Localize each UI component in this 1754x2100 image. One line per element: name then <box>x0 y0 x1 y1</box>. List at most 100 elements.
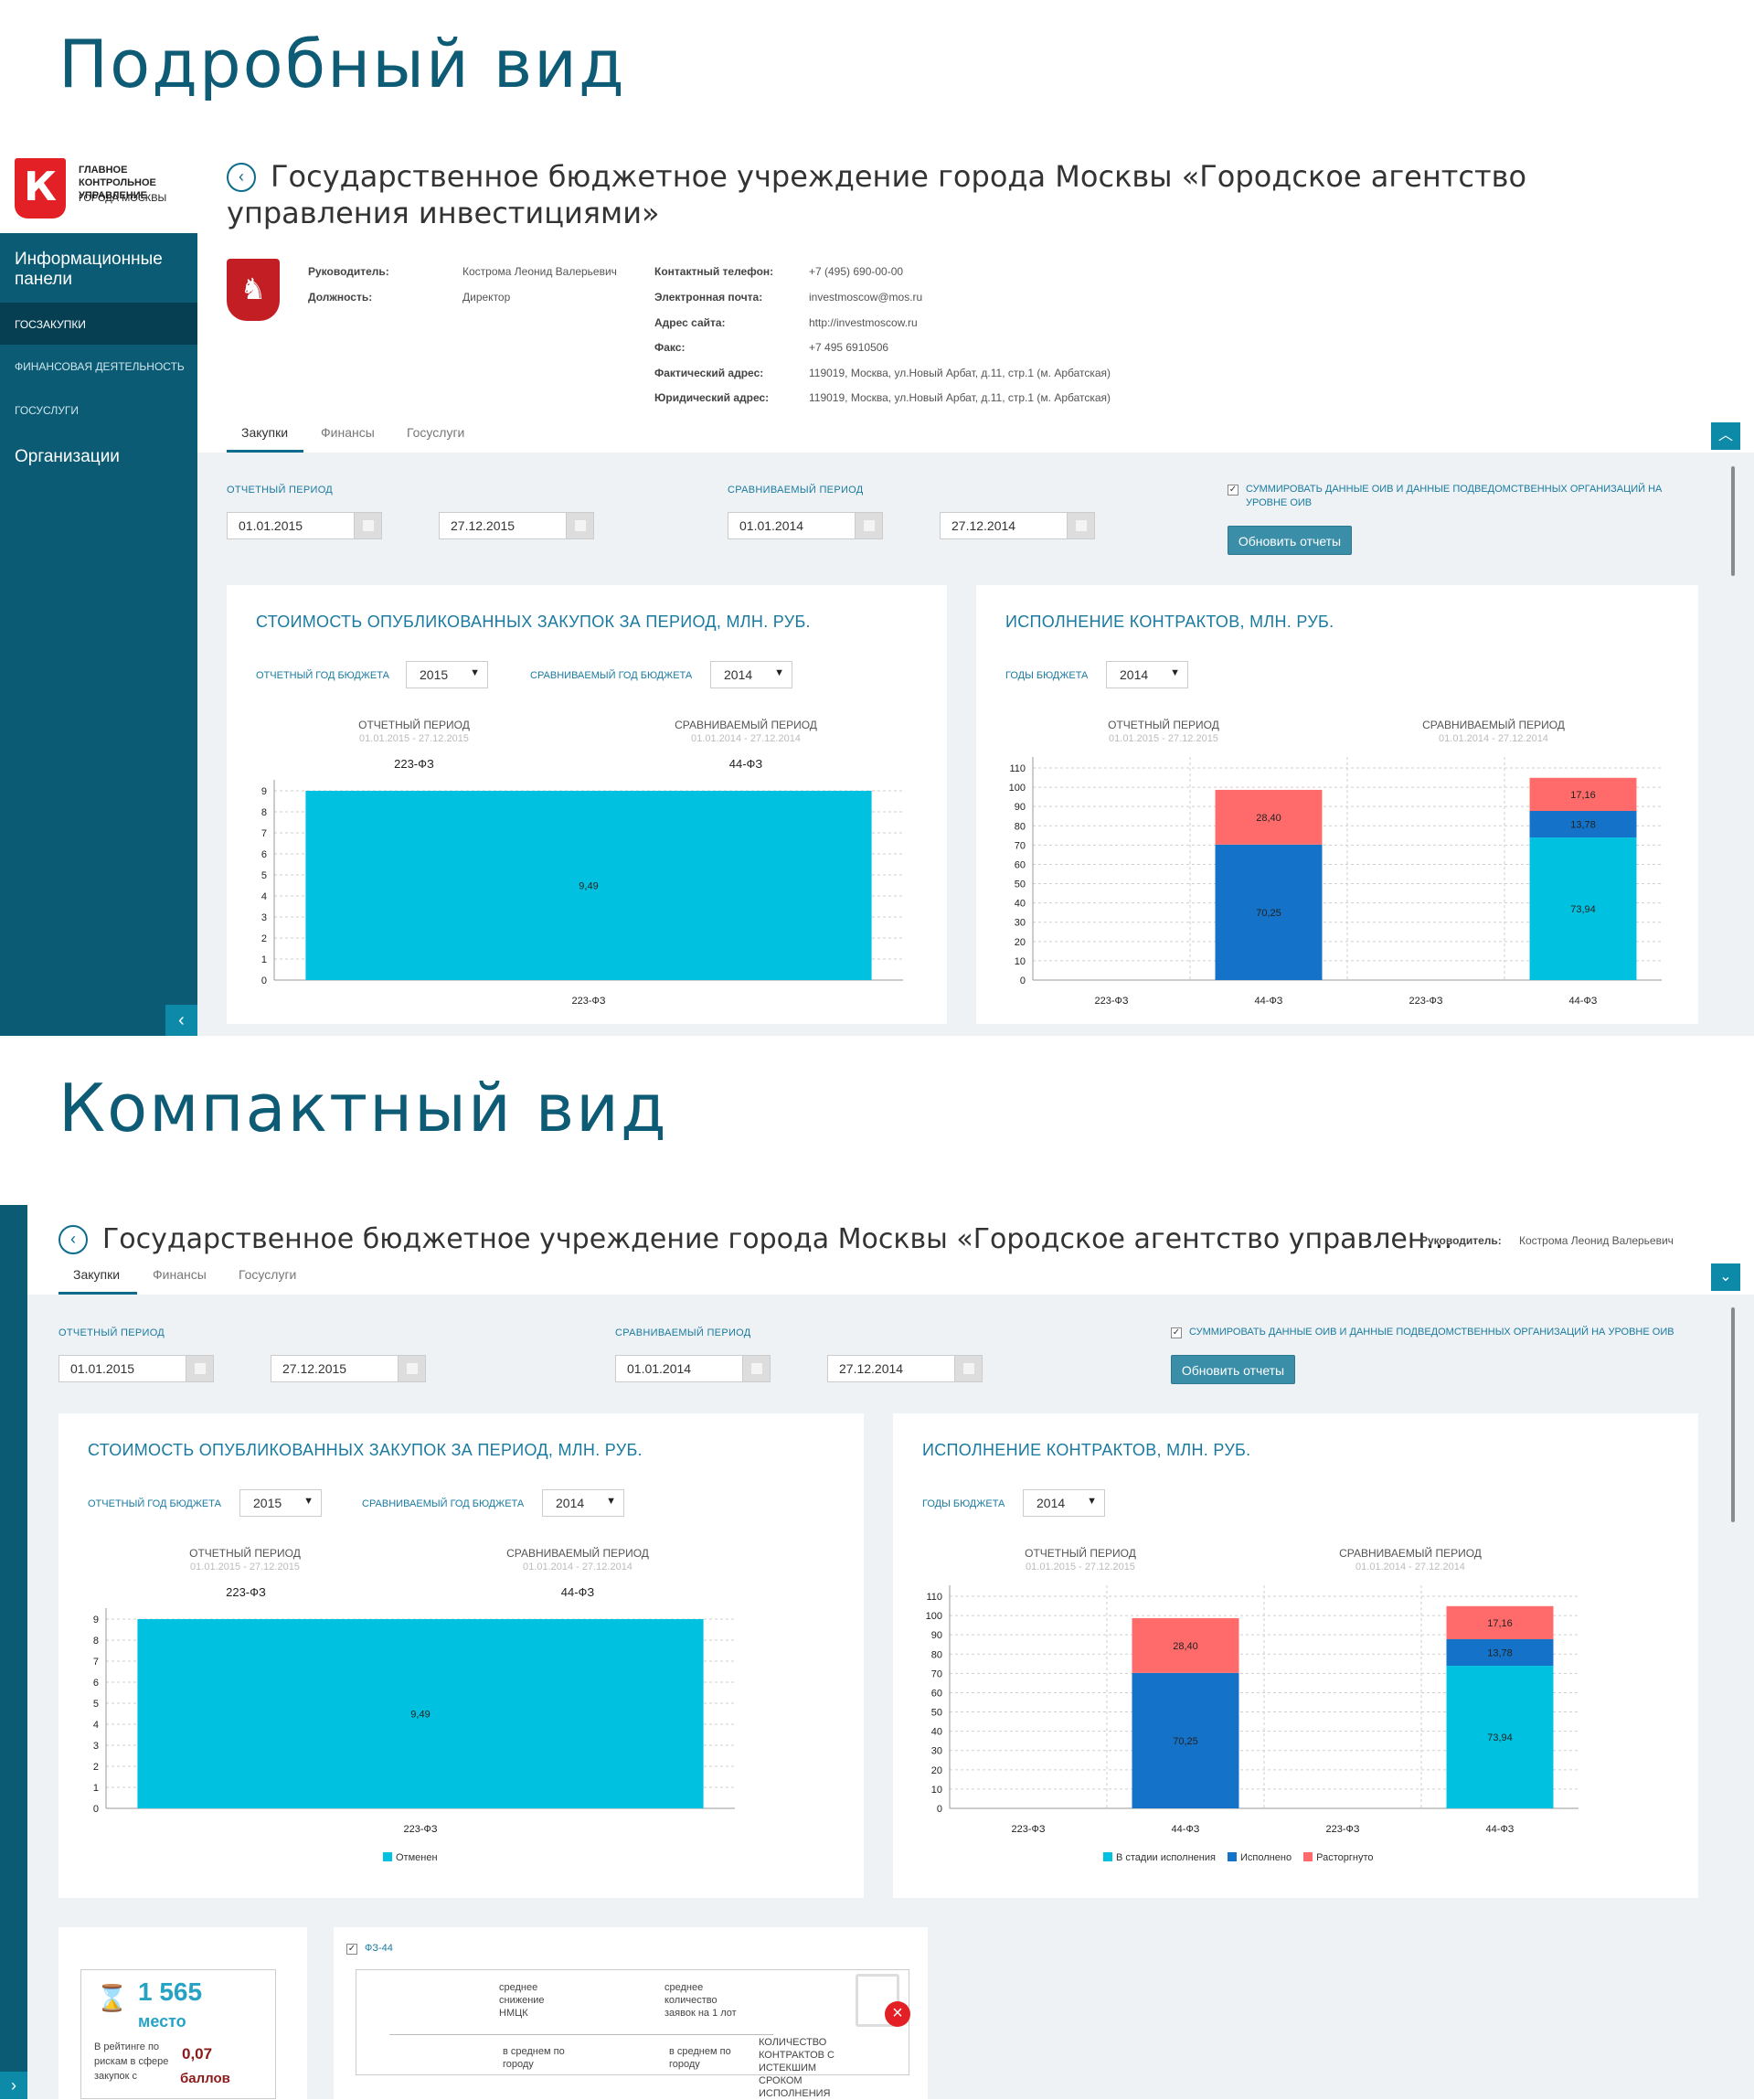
legend-item[interactable]: Исполнено <box>1228 1852 1292 1863</box>
sum-checkbox-label[interactable]: СУММИРОВАТЬ ДАННЫЕ ОИВ И ДАННЫЕ ПОДВЕДОМ… <box>1189 1326 1674 1339</box>
rating-place: 1 565 <box>138 1977 203 2006</box>
scrollbar[interactable] <box>1731 466 1735 576</box>
compare-from-input[interactable]: 01.01.2014 <box>728 512 883 539</box>
y-tick-label: 50 <box>931 1708 942 1719</box>
rating-card: ⌛ 1 565 место В рейтинге по рискам в сфе… <box>58 1927 307 2099</box>
y-tick-label: 6 <box>261 849 267 860</box>
sidebar-item-services[interactable]: ГОСУСЛУГИ <box>15 404 79 417</box>
rating-score-word: баллов <box>180 2071 230 2086</box>
compare-to-input[interactable]: 27.12.2014 <box>827 1355 983 1382</box>
bar-value-label: 9,49 <box>410 1710 430 1721</box>
legend-item[interactable]: Отменен <box>383 1852 438 1863</box>
report-from-input[interactable]: 01.01.2015 <box>58 1355 214 1382</box>
tab-procurement[interactable]: Закупки <box>241 425 288 440</box>
actual-address-value: 119019, Москва, ул.Новый Арбат, д.11, ст… <box>809 367 1111 379</box>
y-tick-label: 0 <box>93 1804 99 1815</box>
y-tick-label: 10 <box>1015 956 1026 967</box>
expired-contracts-label: КОЛИЧЕСТВО КОНТРАКТОВ С ИСТЕКШИМ СРОКОМ … <box>759 2037 834 2099</box>
actual-address-label: Фактический адрес: <box>654 367 764 379</box>
calendar-icon[interactable] <box>186 1356 213 1381</box>
calendar-icon[interactable] <box>742 1356 770 1381</box>
x-tick-label: 223-ФЗ <box>1094 996 1128 1007</box>
compare-from-value: 01.01.2014 <box>739 518 804 533</box>
manager-value: Кострома Леонид Валерьевич <box>462 265 617 278</box>
legend-label: В стадии исполнения <box>1116 1852 1216 1863</box>
fax-value: +7 495 6910506 <box>809 341 889 354</box>
sidebar-item-info-panels[interactable]: Информационные панели <box>15 250 188 290</box>
collapse-header-button[interactable]: ︿ <box>1711 422 1740 450</box>
tab-services[interactable]: Госуслуги <box>239 1267 296 1282</box>
y-tick-label: 40 <box>1015 899 1026 910</box>
update-reports-button[interactable]: Обновить отчеты <box>1171 1355 1295 1384</box>
y-tick-label: 0 <box>261 975 267 986</box>
report-to-input[interactable]: 27.12.2015 <box>271 1355 426 1382</box>
calendar-icon[interactable] <box>354 513 381 538</box>
fz44-checkbox[interactable]: ✓ <box>346 1944 357 1955</box>
tab-finance[interactable]: Финансы <box>153 1267 207 1282</box>
compare-from-input[interactable]: 01.01.2014 <box>615 1355 771 1382</box>
y-tick-label: 100 <box>1009 783 1026 794</box>
sidebar-item-procurement[interactable]: ГОСЗАКУПКИ <box>15 318 86 331</box>
calendar-icon[interactable] <box>954 1356 982 1381</box>
sidebar-collapse-button[interactable]: ‹ <box>165 1005 197 1036</box>
procurement-panel: СТОИМОСТЬ ОПУБЛИКОВАННЫХ ЗАКУПОК ЗА ПЕРИ… <box>227 585 947 1024</box>
sidebar-item-finance[interactable]: ФИНАНСОВАЯ ДЕЯТЕЛЬНОСТЬ <box>15 360 185 373</box>
back-button[interactable]: ‹ <box>58 1225 88 1254</box>
tab-services[interactable]: Госуслуги <box>407 425 464 440</box>
compare-to-input[interactable]: 27.12.2014 <box>940 512 1095 539</box>
logo[interactable]: К ГЛАВНОЕ КОНТРОЛЬНОЕ УПРАВЛЕНИЕ ГОРОДА … <box>0 149 197 233</box>
position-value: Директор <box>462 291 511 304</box>
compare-period-label: СРАВНИВАЕМЫЙ ПЕРИОД <box>615 1327 751 1338</box>
y-tick-label: 5 <box>93 1699 99 1710</box>
tab-finance[interactable]: Финансы <box>321 425 375 440</box>
expand-header-button[interactable]: ⌄ <box>1711 1263 1740 1291</box>
y-tick-label: 4 <box>93 1720 99 1731</box>
compact-manager-value: Кострома Леонид Валерьевич <box>1519 1234 1674 1247</box>
y-tick-label: 3 <box>93 1741 99 1752</box>
fz44-checkbox-label[interactable]: ФЗ-44 <box>365 1942 393 1956</box>
bar-value-label: 70,25 <box>1256 908 1281 919</box>
site-value[interactable]: http://investmoscow.ru <box>809 316 918 329</box>
rating-description: В рейтинге по рискам в сфере закупок с <box>94 2041 169 2082</box>
tab-procurement[interactable]: Закупки <box>73 1267 120 1282</box>
compact-sidebar: › <box>0 1205 27 2099</box>
sum-checkbox-label[interactable]: СУММИРОВАТЬ ДАННЫЕ ОИВ И ДАННЫЕ ПОДВЕДОМ… <box>1246 483 1703 510</box>
rating-box: ⌛ 1 565 место В рейтинге по рискам в сфе… <box>80 1969 276 2099</box>
y-tick-label: 80 <box>931 1649 942 1660</box>
sidebar-expand-button[interactable]: › <box>0 2072 27 2099</box>
heading-detailed: Подробный вид <box>58 26 626 102</box>
compare-from-value: 01.01.2014 <box>627 1361 692 1376</box>
close-icon[interactable]: × <box>885 2001 910 2027</box>
sum-checkbox[interactable]: ✓ <box>1228 485 1238 496</box>
bar-value-label: 73,94 <box>1487 1732 1513 1743</box>
email-value[interactable]: investmoscow@mos.ru <box>809 291 922 304</box>
fax-label: Факс: <box>654 341 686 354</box>
sidebar-item-organizations[interactable]: Организации <box>15 447 120 467</box>
y-tick-label: 2 <box>261 933 267 944</box>
update-reports-button[interactable]: Обновить отчеты <box>1228 526 1352 555</box>
scrollbar[interactable] <box>1731 1307 1735 1522</box>
report-to-value: 27.12.2015 <box>282 1361 347 1376</box>
report-period-label: ОТЧЕТНЫЙ ПЕРИОД <box>58 1327 165 1338</box>
report-from-input[interactable]: 01.01.2015 <box>227 512 382 539</box>
sidebar: К ГЛАВНОЕ КОНТРОЛЬНОЕ УПРАВЛЕНИЕ ГОРОДА … <box>0 149 197 1036</box>
legend-item[interactable]: Расторгнуто <box>1303 1852 1373 1863</box>
calendar-icon[interactable] <box>566 513 593 538</box>
calendar-icon[interactable] <box>398 1356 425 1381</box>
calendar-icon[interactable] <box>855 513 882 538</box>
y-tick-label: 7 <box>261 828 267 839</box>
y-tick-label: 9 <box>261 786 267 797</box>
x-tick-label: 44-ФЗ <box>1569 996 1598 1007</box>
y-tick-label: 70 <box>931 1668 942 1679</box>
sum-checkbox[interactable]: ✓ <box>1171 1327 1182 1338</box>
compare-to-value: 27.12.2014 <box>951 518 1016 533</box>
calendar-icon[interactable] <box>1067 513 1094 538</box>
y-tick-label: 60 <box>1015 859 1026 870</box>
report-to-input[interactable]: 27.12.2015 <box>439 512 594 539</box>
stats-divider <box>389 2034 773 2035</box>
stats-box: среднее снижение НМЦК среднее количество… <box>356 1969 910 2099</box>
y-tick-label: 10 <box>931 1785 942 1796</box>
legend-item[interactable]: В стадии исполнения <box>1103 1852 1216 1863</box>
x-tick-label: 223-ФЗ <box>1325 1824 1359 1835</box>
contracts-chart: 0 10 20 30 40 50 60 70 80 90 100 110 223-ФЗ 70,25 28,4… <box>926 1585 1579 1835</box>
